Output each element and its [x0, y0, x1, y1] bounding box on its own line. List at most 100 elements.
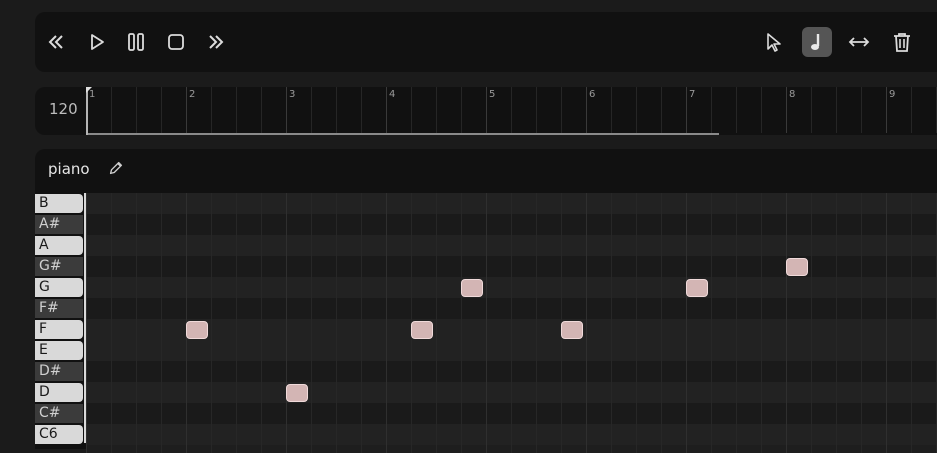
- bar-line: [286, 87, 287, 133]
- bar-number-label: 6: [589, 89, 596, 100]
- bar-number-label: 4: [389, 89, 396, 100]
- bar-number-label: 3: [289, 89, 296, 100]
- grid-column-line: [161, 193, 162, 453]
- piano-key-a[interactable]: A: [35, 236, 83, 255]
- beat-line: [161, 87, 162, 133]
- beat-line: [361, 87, 362, 133]
- beat-line: [811, 87, 812, 133]
- trash-icon: [894, 33, 910, 52]
- timeline-ruler[interactable]: 123456789: [86, 87, 937, 135]
- bar-line: [786, 87, 787, 133]
- grid-column-line: [436, 193, 437, 453]
- piano-key-g-sharp[interactable]: G#: [35, 257, 83, 276]
- beat-line: [836, 87, 837, 133]
- grid-column-line: [686, 193, 687, 453]
- bar-line: [386, 87, 387, 133]
- grid-column-line: [361, 193, 362, 453]
- tempo-display[interactable]: 120: [49, 100, 78, 118]
- grid-column-line: [461, 193, 462, 453]
- beat-line: [611, 87, 612, 133]
- grid-column-line: [311, 193, 312, 453]
- bar-line: [586, 87, 587, 133]
- piano-key-b[interactable]: B: [35, 194, 83, 213]
- bar-number-label: 9: [889, 89, 896, 100]
- piano-roll-grid[interactable]: [86, 193, 937, 453]
- select-tool-button[interactable]: [759, 27, 789, 57]
- edit-track-name-button[interactable]: [106, 158, 126, 178]
- beat-line: [736, 87, 737, 133]
- piano-key-e[interactable]: E: [35, 341, 83, 360]
- grid-column-line: [836, 193, 837, 453]
- keyboard-divider: [84, 193, 86, 443]
- bar-line: [186, 87, 187, 133]
- grid-column-line: [586, 193, 587, 453]
- beat-line: [336, 87, 337, 133]
- beat-line: [411, 87, 412, 133]
- note-block[interactable]: [461, 279, 483, 297]
- grid-column-line: [711, 193, 712, 453]
- grid-column-line: [111, 193, 112, 453]
- play-button[interactable]: [82, 26, 112, 58]
- beat-line: [436, 87, 437, 133]
- resize-tool-button[interactable]: [844, 27, 874, 57]
- piano-key-c6[interactable]: C6: [35, 425, 83, 444]
- grid-column-line: [511, 193, 512, 453]
- beat-line: [511, 87, 512, 133]
- pause-button[interactable]: [121, 26, 151, 58]
- note-block[interactable]: [686, 279, 708, 297]
- beat-line: [136, 87, 137, 133]
- grid-column-line: [536, 193, 537, 453]
- piano-key-c-sharp[interactable]: C#: [35, 404, 83, 423]
- piano-key-f[interactable]: F: [35, 320, 83, 339]
- playhead[interactable]: [86, 87, 88, 135]
- note-block[interactable]: [561, 321, 583, 339]
- beat-line: [561, 87, 562, 133]
- delete-tool-button[interactable]: [887, 27, 917, 57]
- piano-key-g[interactable]: G: [35, 278, 83, 297]
- note-tool-button[interactable]: [802, 27, 832, 57]
- grid-column-line: [486, 193, 487, 453]
- grid-column-line: [336, 193, 337, 453]
- note-block[interactable]: [411, 321, 433, 339]
- loop-region-line[interactable]: [86, 133, 719, 135]
- bar-line: [886, 87, 887, 133]
- grid-column-line: [661, 193, 662, 453]
- beat-line: [761, 87, 762, 133]
- piano-key-d[interactable]: D: [35, 383, 83, 402]
- cursor-arrow-icon: [767, 33, 781, 52]
- bar-number-label: 5: [489, 89, 496, 100]
- piano-key-f-sharp[interactable]: F#: [35, 299, 83, 318]
- grid-column-line: [236, 193, 237, 453]
- rewind-button[interactable]: [41, 26, 71, 58]
- grid-column-line: [736, 193, 737, 453]
- pencil-icon: [109, 161, 123, 175]
- beat-line: [661, 87, 662, 133]
- beat-line: [711, 87, 712, 133]
- playhead-marker: [86, 87, 92, 93]
- note-block[interactable]: [786, 258, 808, 276]
- piano-keyboard: B A# A G# G F# F E D# D C# C6: [35, 193, 85, 453]
- grid-column-line: [761, 193, 762, 453]
- grid-column-line: [386, 193, 387, 453]
- beat-line: [311, 87, 312, 133]
- grid-column-line: [286, 193, 287, 453]
- grid-column-line: [861, 193, 862, 453]
- bar-number-label: 2: [189, 89, 196, 100]
- bar-line: [686, 87, 687, 133]
- play-icon: [91, 34, 104, 50]
- note-block[interactable]: [286, 384, 308, 402]
- beat-line: [111, 87, 112, 133]
- piano-key-d-sharp[interactable]: D#: [35, 362, 83, 381]
- beat-line: [211, 87, 212, 133]
- piano-key-a-sharp[interactable]: A#: [35, 215, 83, 234]
- note-block[interactable]: [186, 321, 208, 339]
- fast-forward-button[interactable]: [201, 26, 231, 58]
- grid-column-line: [886, 193, 887, 453]
- bar-number-label: 7: [689, 89, 696, 100]
- beat-line: [461, 87, 462, 133]
- beat-line: [911, 87, 912, 133]
- pause-icon: [128, 33, 144, 51]
- rewind-icon: [48, 35, 63, 49]
- stop-button[interactable]: [161, 26, 191, 58]
- beat-line: [536, 87, 537, 133]
